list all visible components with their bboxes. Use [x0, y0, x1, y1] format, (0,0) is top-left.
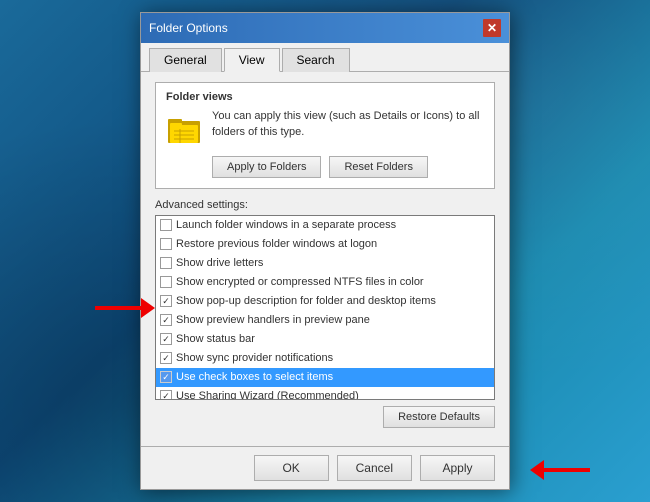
checkbox-icon[interactable]: ✓: [160, 390, 172, 400]
apply-button[interactable]: Apply: [420, 455, 495, 481]
list-item[interactable]: ✓ Show status bar: [156, 330, 494, 349]
tab-search[interactable]: Search: [282, 48, 350, 72]
list-item-highlighted[interactable]: ✓ Use check boxes to select items: [156, 368, 494, 387]
list-item-label: Show sync provider notifications: [176, 350, 333, 367]
checkbox-icon[interactable]: [160, 276, 172, 288]
folder-options-dialog: Folder Options ✕ General View Search Fol…: [140, 12, 510, 490]
list-item[interactable]: Show encrypted or compressed NTFS files …: [156, 273, 494, 292]
folder-views-buttons: Apply to Folders Reset Folders: [212, 156, 484, 178]
advanced-settings-listbox[interactable]: Launch folder windows in a separate proc…: [155, 215, 495, 400]
list-item-label: Show preview handlers in preview pane: [176, 312, 370, 329]
checkbox-icon[interactable]: [160, 219, 172, 231]
list-item-label: Show status bar: [176, 331, 255, 348]
list-item-label: Use Sharing Wizard (Recommended): [176, 388, 359, 400]
tab-view[interactable]: View: [224, 48, 280, 72]
dialog-title: Folder Options: [149, 21, 228, 35]
list-item-label: Restore previous folder windows at logon: [176, 236, 377, 253]
folder-views-group: Folder views: [155, 82, 495, 189]
tab-bar: General View Search: [141, 43, 509, 72]
left-arrow-indicator: [95, 298, 155, 318]
tab-general[interactable]: General: [149, 48, 222, 72]
checkbox-icon[interactable]: ✓: [160, 295, 172, 307]
list-item[interactable]: ✓ Use Sharing Wizard (Recommended): [156, 387, 494, 400]
checkbox-icon[interactable]: [160, 257, 172, 269]
advanced-settings-label: Advanced settings:: [155, 199, 495, 211]
title-bar: Folder Options ✕: [141, 13, 509, 43]
apply-to-folders-button[interactable]: Apply to Folders: [212, 156, 321, 178]
cancel-button[interactable]: Cancel: [337, 455, 412, 481]
reset-folders-button[interactable]: Reset Folders: [329, 156, 427, 178]
checkbox-icon[interactable]: ✓: [160, 333, 172, 345]
list-item[interactable]: ✓ Show sync provider notifications: [156, 349, 494, 368]
checkbox-icon[interactable]: ✓: [160, 352, 172, 364]
right-arrow-indicator: [530, 460, 590, 480]
folder-views-label: Folder views: [166, 91, 484, 103]
list-item-label: Show pop-up description for folder and d…: [176, 293, 436, 310]
checkbox-icon[interactable]: ✓: [160, 314, 172, 326]
folder-views-inner: You can apply this view (such as Details…: [166, 109, 484, 148]
folder-icon: [166, 111, 202, 147]
list-item-label: Show drive letters: [176, 255, 263, 272]
list-item-label: Show encrypted or compressed NTFS files …: [176, 274, 424, 291]
list-item[interactable]: Show drive letters: [156, 254, 494, 273]
close-button[interactable]: ✕: [483, 19, 501, 37]
checkbox-icon[interactable]: ✓: [160, 371, 172, 383]
list-item-label: Launch folder windows in a separate proc…: [176, 217, 396, 234]
folder-views-description: You can apply this view (such as Details…: [212, 109, 484, 140]
list-item[interactable]: ✓ Show preview handlers in preview pane: [156, 311, 494, 330]
restore-defaults-row: Restore Defaults: [155, 406, 495, 428]
list-item[interactable]: Restore previous folder windows at logon: [156, 235, 494, 254]
list-item[interactable]: Launch folder windows in a separate proc…: [156, 216, 494, 235]
dialog-content: Folder views: [141, 72, 509, 446]
ok-button[interactable]: OK: [254, 455, 329, 481]
dialog-bottom-buttons: OK Cancel Apply: [141, 446, 509, 489]
checkbox-icon[interactable]: [160, 238, 172, 250]
list-item-label: Use check boxes to select items: [176, 369, 333, 386]
restore-defaults-button[interactable]: Restore Defaults: [383, 406, 495, 428]
list-item[interactable]: ✓ Show pop-up description for folder and…: [156, 292, 494, 311]
